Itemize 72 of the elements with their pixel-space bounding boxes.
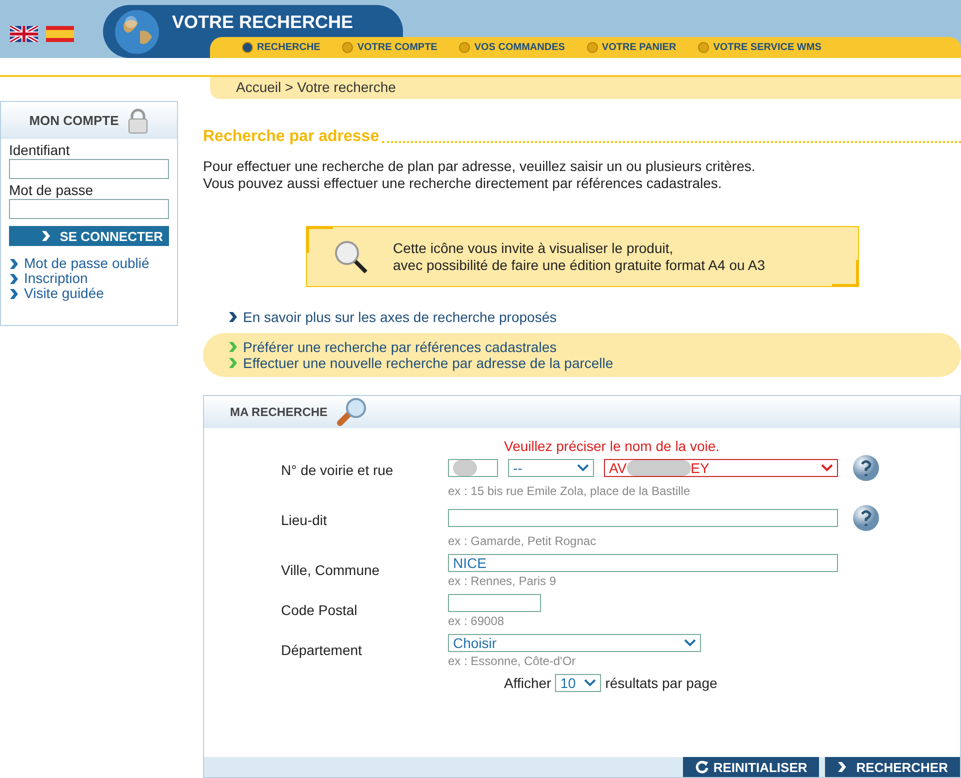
- info-link[interactable]: En savoir plus sur les axes de recherche proposés: [243, 309, 557, 325]
- search-button[interactable]: RECHERCHER: [825, 757, 960, 777]
- chevron-icon: [837, 761, 848, 773]
- magnifier-icon: [333, 238, 369, 274]
- section-heading: Recherche par adresse: [203, 128, 380, 146]
- sidebar-link[interactable]: Visite guidée: [24, 286, 104, 301]
- form-label: Lieu-dit: [280, 511, 328, 530]
- nav-link[interactable]: RECHERCHE: [242, 42, 320, 53]
- option-link[interactable]: Effectuer une nouvelle recherche par adresse de la parcelle: [243, 355, 614, 371]
- spain-flag-icon[interactable]: [46, 26, 74, 42]
- page-title: VOTRE RECHERCHE: [172, 12, 354, 33]
- field-label: Identifiant: [9, 142, 71, 158]
- help-icon[interactable]: [852, 454, 880, 482]
- per-page-select[interactable]: 10: [555, 674, 602, 692]
- chevron-icon: [9, 288, 19, 300]
- street-type-select[interactable]: --: [508, 459, 594, 477]
- caret-icon: [684, 639, 696, 647]
- hint-text: ex : Essonne, Côte-d'Or: [448, 654, 576, 668]
- intro-text: Vous pouvez aussi effectuer une recherche directement par références cadastrales.: [203, 175, 723, 192]
- help-icon[interactable]: [852, 504, 880, 532]
- info-text: avec possibilité de faire une édition gratuite format A4 ou A3: [393, 256, 766, 274]
- panel-title: MON COMPTE: [29, 113, 119, 128]
- hint-text: ex : 69008: [448, 614, 504, 628]
- input-field[interactable]: [9, 199, 169, 219]
- chevron-icon: [228, 311, 238, 323]
- department-select[interactable]: Choisir: [448, 634, 701, 652]
- street-select[interactable]: AV EY: [604, 459, 838, 477]
- reset-button[interactable]: REINITIALISER: [683, 757, 820, 777]
- intro-text: Pour effectuer une recherche de plan par adresse, veuillez saisir un ou plusieurs critères.: [203, 158, 756, 175]
- text-field[interactable]: [448, 509, 838, 527]
- number-field[interactable]: [448, 459, 498, 477]
- error-message: Veuillez préciser le nom de la voie.: [504, 438, 721, 454]
- form-label: Code Postal: [280, 601, 358, 620]
- per-page-label: Afficher: [504, 675, 552, 691]
- sidebar-link[interactable]: Inscription: [24, 271, 88, 286]
- uk-flag-icon[interactable]: [10, 26, 38, 42]
- postal-code-field[interactable]: [448, 594, 541, 612]
- chevron-icon: [228, 357, 238, 369]
- nav-link[interactable]: VOTRE PANIER: [586, 42, 676, 53]
- hint-text: ex : 15 bis rue Emile Zola, place de la Bastille: [448, 484, 690, 498]
- chevron-icon: [40, 230, 51, 242]
- breadcrumb: Accueil > Votre recherche: [210, 77, 961, 99]
- hint-text: ex : Rennes, Paris 9: [448, 574, 556, 588]
- padlock-icon: [126, 108, 149, 134]
- text-field[interactable]: NICE: [448, 554, 838, 572]
- login-button[interactable]: SE CONNECTER: [9, 226, 169, 246]
- chevron-icon: [9, 258, 19, 270]
- reset-icon: [695, 760, 710, 774]
- chevron-icon: [9, 272, 19, 284]
- redaction-blob: [453, 460, 477, 476]
- globe-icon: [114, 9, 160, 55]
- form-label: Département: [280, 641, 363, 660]
- street-name-start: AV: [609, 460, 627, 476]
- nav-link[interactable]: VOTRE SERVICE WMS: [698, 42, 822, 53]
- caret-icon: [584, 679, 596, 687]
- input-field[interactable]: [9, 159, 169, 179]
- sidebar-link[interactable]: Mot de passe oublié: [24, 256, 150, 271]
- form-label: Ville, Commune: [280, 561, 381, 580]
- field-label: Mot de passe: [9, 182, 94, 198]
- caret-icon: [577, 464, 589, 472]
- nav-link[interactable]: VOS COMMANDES: [459, 42, 565, 53]
- caret-icon: [821, 464, 833, 472]
- redaction-blob: [626, 460, 691, 476]
- per-page-label: résultats par page: [605, 675, 718, 691]
- nav-link[interactable]: VOTRE COMPTE: [342, 42, 438, 53]
- form-title: MA RECHERCHE: [230, 405, 328, 419]
- form-label: N° de voirie et rue: [280, 461, 394, 480]
- street-name-end: EY: [690, 460, 710, 476]
- chevron-icon: [228, 341, 238, 353]
- hint-text: ex : Gamarde, Petit Rognac: [448, 534, 596, 548]
- info-text: Cette icône vous invite à visualiser le produit,: [393, 240, 674, 256]
- option-link[interactable]: Préférer une recherche par références cadastrales: [243, 339, 557, 355]
